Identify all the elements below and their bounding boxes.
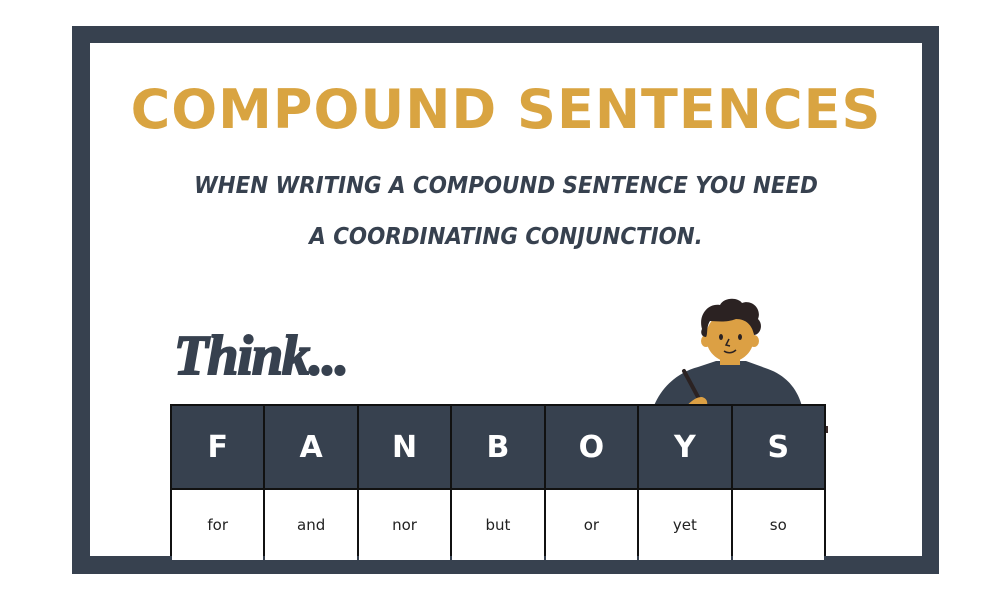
poster-frame: COMPOUND SENTENCES WHEN WRITING A COMPOU… [72,26,939,574]
fanboys-letter-cell: N [358,406,451,488]
fanboys-table: F A N B O Y Sfor and nor but or yet so [170,404,826,560]
right-eye [738,334,742,340]
subtitle-line-2: A COORDINATING CONJUNCTION. [309,224,703,250]
fanboys-word-cell: and [265,490,357,560]
fanboys-letter-cell: B [452,406,544,488]
fanboys-letter-cell: O [545,406,638,488]
poster-content: COMPOUND SENTENCES WHEN WRITING A COMPOU… [90,43,922,560]
fanboys-letter-cell: A [265,406,357,488]
fanboys-word-cell: or [545,490,638,560]
fanboys-word-cell: nor [358,490,451,560]
fanboys-letter-cell: F [172,406,264,488]
fanboys-letter-cell: Y [639,406,731,488]
fanboys-word-cell: yet [639,490,731,560]
page-title: COMPOUND SENTENCES [130,78,882,141]
fanboys-word-cell: for [172,490,264,560]
fanboys-word-cell: but [452,490,544,560]
left-eye [719,334,723,340]
fanboys-letter-cell: S [732,406,824,488]
fanboys-word-cell: so [732,490,824,560]
subtitle-line-1: WHEN WRITING A COMPOUND SENTENCE YOU NEE… [194,173,818,199]
think-label: Think... [173,324,350,388]
right-ear [749,335,759,347]
